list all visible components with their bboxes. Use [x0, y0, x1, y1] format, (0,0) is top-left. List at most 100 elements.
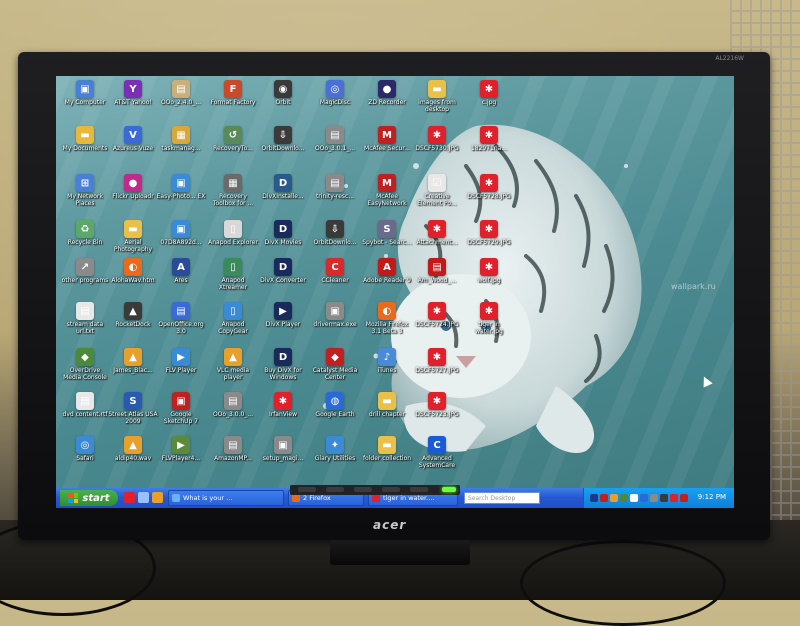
search-desktop-input[interactable]: Search Desktop: [464, 492, 540, 504]
desktop-icon[interactable]: Y AT&T Yahoo!: [108, 80, 158, 106]
desktop-icon[interactable]: ▤ OOo_2.4.0_...: [156, 80, 206, 106]
tray-icon[interactable]: [610, 494, 618, 502]
desktop-icon[interactable]: ▬ Aerial Photography: [108, 220, 158, 253]
desktop-icon[interactable]: ▶ FLV Player: [156, 348, 206, 374]
desktop-icon[interactable]: ☑ Creative Element Po...: [412, 174, 462, 207]
monitor-button[interactable]: [354, 487, 372, 492]
desktop-icon[interactable]: ▣ Google SketchUp 7: [156, 392, 206, 425]
desktop-icon[interactable]: ▤ Am_Wood_...: [412, 258, 462, 284]
desktop-icon[interactable]: ✱ DSCF5723.JPG: [412, 392, 462, 418]
desktop-icon[interactable]: ✱ c.jpg: [464, 80, 514, 106]
desktop-icon[interactable]: ✦ Glary Utilities: [310, 436, 360, 462]
tray-icon[interactable]: [630, 494, 638, 502]
desktop-icon[interactable]: ▣ My Computer: [60, 80, 110, 106]
desktop-icon[interactable]: ✱ IrfanView: [258, 392, 308, 418]
desktop-icon[interactable]: ● Flickr Uploadr: [108, 174, 158, 200]
desktop-icon[interactable]: ▣ 07D8A892d...: [156, 220, 206, 246]
desktop-icon[interactable]: ◉ Orbit: [258, 80, 308, 106]
desktop-icon[interactable]: ▬ folder collection: [362, 436, 412, 462]
start-button[interactable]: start: [60, 490, 118, 506]
desktop-icon[interactable]: D Buy DivX for Windows: [258, 348, 308, 381]
irfanview-quick-icon[interactable]: [124, 492, 135, 503]
desktop-icon[interactable]: ▲ aldip40.wav: [108, 436, 158, 462]
tray-icon[interactable]: [620, 494, 628, 502]
desktop-icon[interactable]: ✱ DSCF5729.JPG: [464, 220, 514, 246]
desktop-icon[interactable]: ▶ DivX Player: [258, 302, 308, 328]
desktop-icon[interactable]: ✱ tiger in water.jpg: [464, 302, 514, 335]
desktop-icon[interactable]: ● ZD Recorder: [362, 80, 412, 106]
desktop-icon[interactable]: ▬ images from desktop: [412, 80, 462, 113]
desktop-icon[interactable]: ▲ RocketDock: [108, 302, 158, 328]
desktop-icon[interactable]: ▤ dvd content.rtf: [60, 392, 110, 418]
desktop-icon[interactable]: ▣ Easy-Photo... EX: [156, 174, 206, 200]
tray-icon[interactable]: [660, 494, 668, 502]
desktop-icon[interactable]: A Ares: [156, 258, 206, 284]
desktop-icon[interactable]: M McAfee EasyNetwork: [362, 174, 412, 207]
desktop-icon[interactable]: ◆ OverDrive Media Console: [60, 348, 110, 381]
desktop-icon[interactable]: ▲ VLC media player: [208, 348, 258, 381]
desktop-icon[interactable]: S Street Atlas USA 2009: [108, 392, 158, 425]
desktop-icon[interactable]: ▲ James_Blac...: [108, 348, 158, 374]
desktop-icon[interactable]: D DivX Converter: [258, 258, 308, 284]
taskbar-clock[interactable]: 9:12 PM: [698, 493, 726, 501]
taskbar-button[interactable]: What is your ...: [168, 490, 284, 506]
desktop-icon[interactable]: ⊞ My Network Places: [60, 174, 110, 207]
tray-icon[interactable]: [590, 494, 598, 502]
desktop-icon[interactable]: ✱ Attachment...: [412, 220, 462, 246]
desktop-icon[interactable]: ⇩ OrbitDownlo...: [258, 126, 308, 152]
desktop-icon[interactable]: ✱ wolf.jpg: [464, 258, 514, 284]
desktop-icon[interactable]: ▤ OpenOffice.org 3.0: [156, 302, 206, 335]
desktop-icon[interactable]: M McAfee Secur...: [362, 126, 412, 152]
desktop-icon[interactable]: V Azureus Vuze: [108, 126, 158, 152]
desktop-icon[interactable]: ✱ DSCF5727.JPG: [412, 348, 462, 374]
desktop-screen[interactable]: wallpark.ru ▣ My Computer Y AT&T Yahoo! ▤ OOo…: [56, 76, 734, 508]
monitor-button[interactable]: [410, 487, 428, 492]
desktop-icon[interactable]: D DivX Movies: [258, 220, 308, 246]
show-desktop-icon[interactable]: [138, 492, 149, 503]
desktop-icon[interactable]: ▯ Anapod Explorer: [208, 220, 258, 246]
desktop-icon[interactable]: ◐ Mozilla Firefox 3.1 Beta 3: [362, 302, 412, 335]
desktop-icon[interactable]: ✱ 182971na...: [464, 126, 514, 152]
desktop-icon[interactable]: ◍ Google Earth: [310, 392, 360, 418]
desktop-icon[interactable]: ✱ DSCF5730.JPG: [412, 126, 462, 152]
tray-icon[interactable]: [650, 494, 658, 502]
desktop-icon[interactable]: ◆ Catalyst Media Center: [310, 348, 360, 381]
desktop-icon[interactable]: ▶ FLVPlayer4...: [156, 436, 206, 462]
desktop-icon[interactable]: ▤ OOo_3.0.0_...: [208, 392, 258, 418]
desktop-icon[interactable]: ▤ OOo_3.0.1_...: [310, 126, 360, 152]
desktop-icon[interactable]: ⇩ OrbitDownlo...: [310, 220, 360, 246]
monitor-button[interactable]: [326, 487, 344, 492]
desktop-icon[interactable]: ♪ iTunes: [362, 348, 412, 374]
desktop-icon[interactable]: ▣ setup_magi...: [258, 436, 308, 462]
tray-icon[interactable]: [680, 494, 688, 502]
desktop-icon[interactable]: C Advanced SystemCare: [412, 436, 462, 469]
desktop-icon[interactable]: D DivXInstalle...: [258, 174, 308, 200]
desktop-icon[interactable]: ▤ stream data url.txt: [60, 302, 110, 335]
desktop-icon[interactable]: C CCleaner: [310, 258, 360, 284]
desktop-icon[interactable]: ✱ DSCF5728.JPG: [464, 174, 514, 200]
desktop-icon[interactable]: ▬ drill chapter: [362, 392, 412, 418]
desktop-icon[interactable]: ↺ RecoveryTo...: [208, 126, 258, 152]
desktop-icon[interactable]: ▬ My Documents: [60, 126, 110, 152]
desktop-icon[interactable]: ▦ Recovery Toolbox for ...: [208, 174, 258, 207]
tray-icon[interactable]: [670, 494, 678, 502]
tray-icon[interactable]: [640, 494, 648, 502]
desktop-icon[interactable]: ◎ MagicDisc: [310, 80, 360, 106]
desktop-icon[interactable]: ▯ Anapod Xtreamer: [208, 258, 258, 291]
desktop-icon[interactable]: ◎ Safari: [60, 436, 110, 462]
media-player-icon[interactable]: [152, 492, 163, 503]
desktop-icon[interactable]: ↗ other programs: [60, 258, 110, 284]
desktop-icon[interactable]: ♻ Recycle Bin: [60, 220, 110, 246]
monitor-button[interactable]: [382, 487, 400, 492]
desktop-icon[interactable]: ▤ trinity-resc...: [310, 174, 360, 200]
desktop-icon[interactable]: ▣ drivermax.exe: [310, 302, 360, 328]
power-led[interactable]: [442, 487, 456, 492]
desktop-icon[interactable]: ◐ AlohaWav.htm: [108, 258, 158, 284]
desktop-icon[interactable]: ▦ taskmanag...: [156, 126, 206, 152]
desktop-icon[interactable]: ▯ Anapod CopyGear: [208, 302, 258, 335]
desktop-icon[interactable]: S Spybot - Searc...: [362, 220, 412, 246]
monitor-button[interactable]: [298, 487, 316, 492]
desktop-icon[interactable]: A Adobe Reader 9: [362, 258, 412, 284]
tray-icon[interactable]: [600, 494, 608, 502]
desktop-icon[interactable]: ▤ AmazonMP...: [208, 436, 258, 462]
